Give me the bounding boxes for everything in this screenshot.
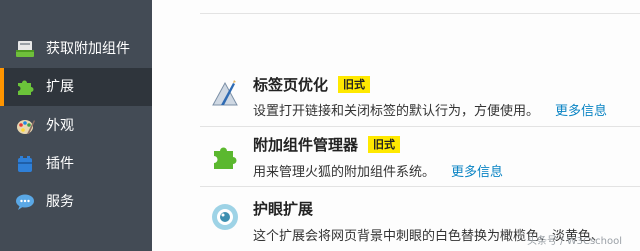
sidebar-item-label: 服务 [46,194,74,210]
legacy-badge: 旧式 [368,136,401,153]
sidebar-item-appearance[interactable]: 外观 [0,107,152,145]
palette-icon [15,116,35,136]
plugin-block-icon [15,154,35,174]
pen-ruler-icon [210,78,240,108]
divider [200,13,640,14]
green-puzzle-icon [210,142,240,172]
sidebar-item-services[interactable]: 服务 [0,183,152,221]
watermark: 头条号 / W3Cschool [527,236,623,247]
addon-description: 用来管理火狐的附加组件系统。 更多信息 [253,161,503,180]
more-info-link[interactable]: 更多信息 [555,104,607,119]
addon-title: 附加组件管理器 [253,136,359,154]
legacy-badge: 旧式 [338,76,371,93]
addon-item-tab-optimizer[interactable]: 标签页优化 旧式 设置打开链接和关闭标签的默认行为，方便使用。 更多信息 [200,64,640,127]
addon-title: 标签页优化 [253,76,329,94]
addon-name: 护眼扩展 [253,198,313,219]
addon-title: 护眼扩展 [253,200,314,218]
more-info-link[interactable]: 更多信息 [451,165,503,180]
description-text: 设置打开链接和关闭标签的默认行为，方便使用。 [253,104,540,119]
addon-name: 标签页优化 旧式 [253,74,371,95]
sidebar-item-label: 插件 [46,156,74,172]
speech-bubble-icon [15,192,35,212]
addon-name: 附加组件管理器 旧式 [253,134,401,155]
eye-icon [210,202,240,232]
sidebar-item-label: 获取附加组件 [46,41,130,57]
sidebar-item-extensions[interactable]: 扩展 [0,68,152,106]
sidebar-item-label: 外观 [46,118,74,134]
puzzle-icon [15,77,35,97]
sidebar-item-get-addons[interactable]: 获取附加组件 [0,30,152,68]
get-addons-icon [15,39,35,59]
addon-list: 标签页优化 旧式 设置打开链接和关闭标签的默认行为，方便使用。 更多信息 附加组件管… [152,0,640,251]
addon-description: 设置打开链接和关闭标签的默认行为，方便使用。 更多信息 [253,100,607,119]
sidebar-item-label: 扩展 [46,79,74,95]
sidebar-item-plugins[interactable]: 插件 [0,145,152,183]
addon-item-addon-manager[interactable]: 附加组件管理器 旧式 用来管理火狐的附加组件系统。 更多信息 [200,127,640,187]
sidebar: 获取附加组件 扩展 外观 插件 服务 [0,0,152,251]
description-text: 用来管理火狐的附加组件系统。 [253,165,436,180]
